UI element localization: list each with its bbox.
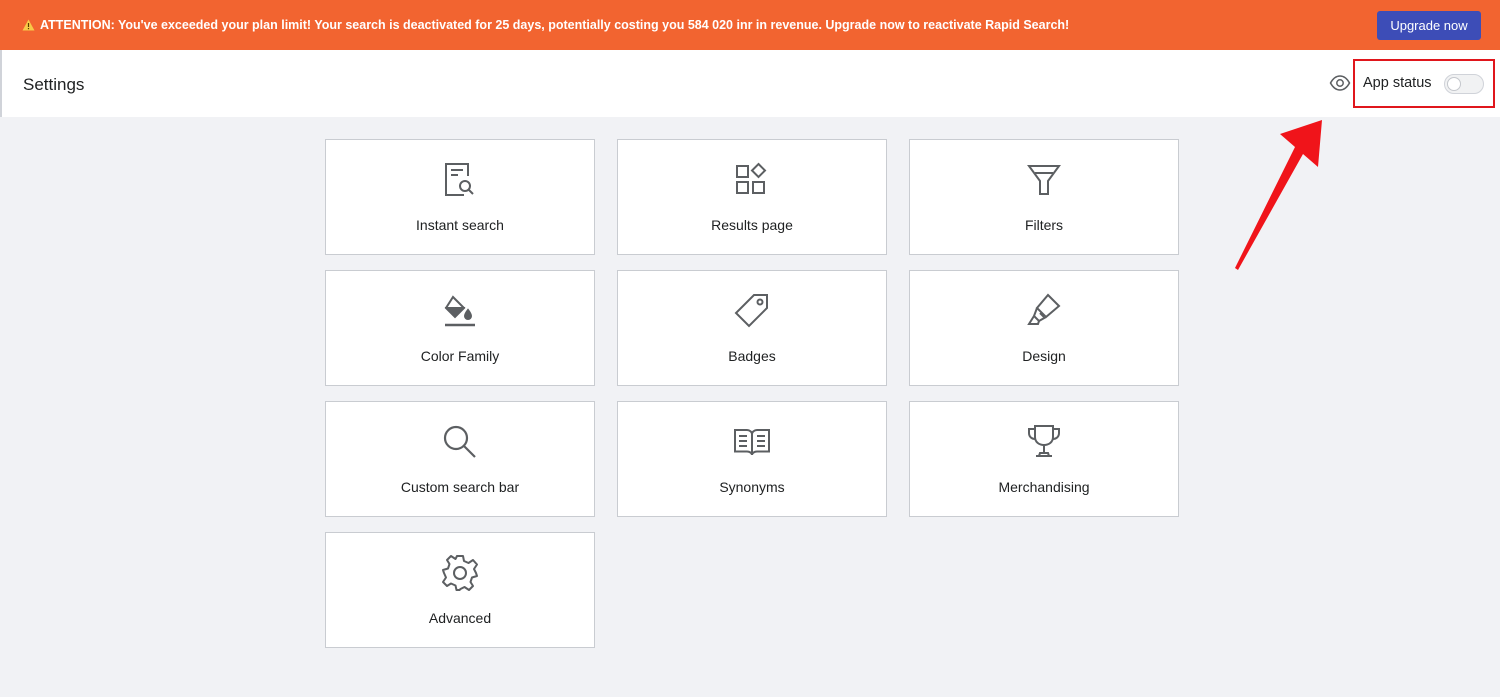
tag-icon xyxy=(734,294,768,328)
eye-icon[interactable] xyxy=(1329,74,1351,92)
settings-grid: Instant search Results page Filters Colo… xyxy=(325,139,1179,648)
card-label: Badges xyxy=(728,348,776,364)
card-label: Advanced xyxy=(428,610,492,626)
card-label: Results page xyxy=(711,217,793,233)
plan-limit-banner: ATTENTION: You've exceeded your plan lim… xyxy=(0,0,1500,50)
app-status-highlight: App status xyxy=(1353,59,1495,108)
search-icon xyxy=(443,425,476,458)
page-header: Settings App status xyxy=(0,50,1500,117)
card-label: Color Family xyxy=(420,348,500,364)
card-merchandising[interactable]: Merchandising xyxy=(909,401,1179,517)
card-color-family[interactable]: Color Family xyxy=(325,270,595,386)
app-status-label: App status xyxy=(1363,75,1432,91)
card-instant-search[interactable]: Instant search xyxy=(325,139,595,255)
banner-message-text: ATTENTION: You've exceeded your plan lim… xyxy=(40,18,1070,32)
upgrade-now-button[interactable]: Upgrade now xyxy=(1377,11,1481,40)
highlighter-icon xyxy=(1027,293,1061,325)
banner-message: ATTENTION: You've exceeded your plan lim… xyxy=(22,18,1069,32)
trophy-icon xyxy=(1028,425,1060,457)
filter-icon xyxy=(1027,165,1061,195)
card-label: Merchandising xyxy=(998,479,1090,495)
card-synonyms[interactable]: Synonyms xyxy=(617,401,887,517)
book-icon xyxy=(734,429,770,456)
card-design[interactable]: Design xyxy=(909,270,1179,386)
gear-icon xyxy=(442,555,478,591)
card-results-page[interactable]: Results page xyxy=(617,139,887,255)
warning-icon xyxy=(22,19,35,31)
paint-bucket-icon xyxy=(444,295,475,327)
card-label: Custom search bar xyxy=(400,479,520,495)
page-title: Settings xyxy=(23,75,85,94)
instant-search-icon xyxy=(445,163,474,196)
card-badges[interactable]: Badges xyxy=(617,270,887,386)
card-filters[interactable]: Filters xyxy=(909,139,1179,255)
annotation-arrow xyxy=(1235,120,1322,270)
card-label: Synonyms xyxy=(719,479,785,495)
card-custom-search-bar[interactable]: Custom search bar xyxy=(325,401,595,517)
card-label: Instant search xyxy=(416,217,504,233)
results-page-icon xyxy=(736,162,767,194)
card-advanced[interactable]: Advanced xyxy=(325,532,595,648)
card-label: Design xyxy=(1022,348,1066,364)
toggle-knob xyxy=(1447,77,1461,91)
card-label: Filters xyxy=(1024,217,1064,233)
app-status-toggle[interactable] xyxy=(1444,74,1484,94)
